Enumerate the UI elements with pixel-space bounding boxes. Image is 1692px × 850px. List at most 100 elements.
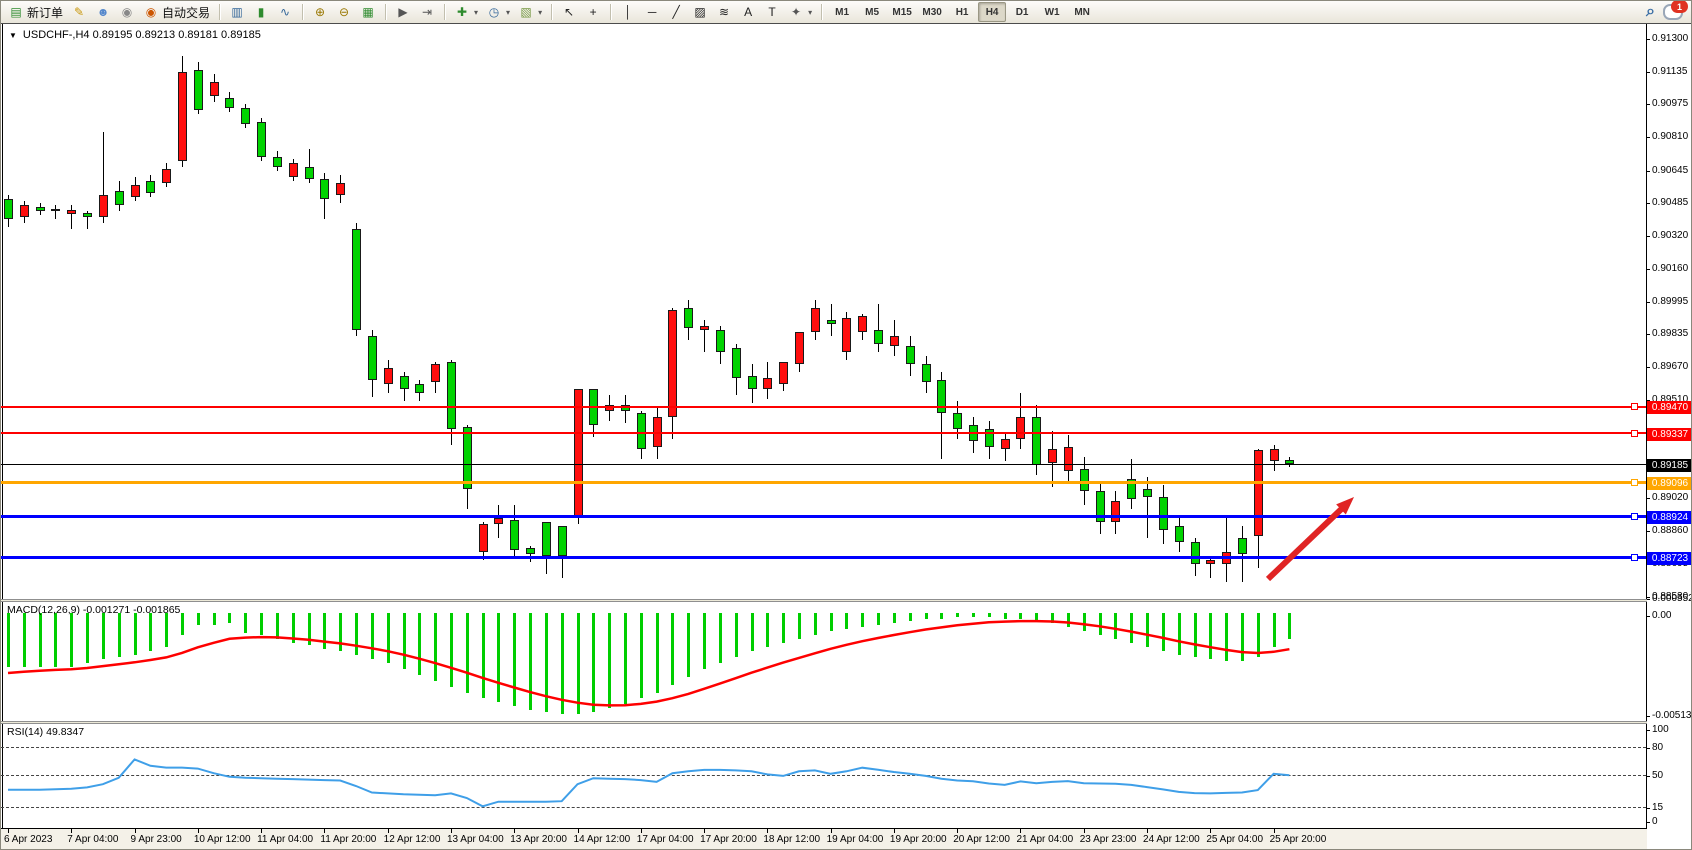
chart-shift-button[interactable]: ⇥: [415, 1, 439, 23]
cursor-button[interactable]: ↖: [557, 1, 581, 23]
indicators-button[interactable]: ✚▾: [450, 1, 482, 23]
line-anchor-marker[interactable]: [1631, 403, 1638, 410]
chevron-down-icon[interactable]: ▼: [9, 31, 17, 40]
auto-scroll-button[interactable]: ▶: [391, 1, 415, 23]
search-icon[interactable]: ⌕: [1646, 3, 1655, 21]
candle-body: [1032, 417, 1041, 465]
toolbar-separator: [444, 4, 445, 20]
toolbar-separator: [551, 4, 552, 20]
time-tick: [1147, 829, 1148, 833]
rsi-axis-label: 100: [1652, 724, 1669, 735]
macd-bar: [308, 613, 311, 645]
line-chart-button[interactable]: ∿: [273, 1, 297, 23]
symbol-info-line[interactable]: ▼ USDCHF-,H4 0.89195 0.89213 0.89181 0.8…: [9, 29, 261, 41]
macd-bar: [54, 613, 57, 667]
text-button[interactable]: A: [736, 1, 760, 23]
line-anchor-marker[interactable]: [1631, 430, 1638, 437]
timeframe-m1-button[interactable]: M1: [828, 2, 856, 22]
chat-icon[interactable]: 1: [1663, 4, 1683, 20]
horizontal-line[interactable]: [1, 464, 1646, 465]
macd-bar: [149, 613, 152, 651]
macd-bar: [403, 613, 406, 669]
price-tag: 0.89096: [1647, 477, 1692, 490]
zoom-out-button[interactable]: ⊖: [332, 1, 356, 23]
candle-body: [51, 209, 60, 211]
rsi-label: RSI(14) 49.8347: [7, 726, 84, 738]
chart-area[interactable]: ▼ USDCHF-,H4 0.89195 0.89213 0.89181 0.8…: [1, 23, 1692, 850]
templates-button[interactable]: ▧▾: [514, 1, 546, 23]
horizontal-line[interactable]: [1, 515, 1646, 518]
line-anchor-marker[interactable]: [1631, 554, 1638, 561]
macd-pane-separator[interactable]: [1, 599, 1647, 602]
styler-button[interactable]: ✎: [67, 1, 91, 23]
fibonacci-button[interactable]: ≋: [712, 1, 736, 23]
macd-bar: [640, 613, 643, 698]
horizontal-line-button[interactable]: ─: [640, 1, 664, 23]
candle-body: [795, 332, 804, 364]
auto-trading-button[interactable]: ◉自动交易: [139, 1, 214, 23]
timeframe-h4-button[interactable]: H4: [978, 2, 1006, 22]
crosshair-button[interactable]: +: [581, 1, 605, 23]
candle-body: [273, 157, 282, 167]
timeframe-m30-button[interactable]: M30: [918, 2, 946, 22]
macd-bar: [1051, 613, 1054, 623]
chevron-down-icon[interactable]: ▾: [538, 8, 542, 17]
zoom-in-button[interactable]: ⊕: [308, 1, 332, 23]
rsi-axis-label: 80: [1652, 742, 1663, 753]
chevron-down-icon[interactable]: ▾: [808, 8, 812, 17]
label-button[interactable]: T: [760, 1, 784, 23]
candle-body: [953, 413, 962, 429]
annotation-arrow-head[interactable]: [1336, 497, 1354, 514]
horizontal-line[interactable]: [1, 481, 1646, 484]
rsi-pane-separator[interactable]: [1, 721, 1647, 724]
chevron-down-icon[interactable]: ▾: [506, 8, 510, 17]
line-anchor-marker[interactable]: [1631, 479, 1638, 486]
macd-bar: [244, 613, 247, 633]
timeframe-mn-button[interactable]: MN: [1068, 2, 1096, 22]
candle-body: [684, 308, 693, 328]
trendline-button[interactable]: ╱: [664, 1, 688, 23]
time-tick: [261, 829, 262, 833]
candle-body: [558, 526, 567, 556]
arrows-button[interactable]: ✦▾: [784, 1, 816, 23]
macd-bar: [102, 613, 105, 659]
profile-button[interactable]: ☻: [91, 1, 115, 23]
bar-chart-button[interactable]: ▥: [225, 1, 249, 23]
timeframe-w1-button[interactable]: W1: [1038, 2, 1066, 22]
timeframe-h1-button[interactable]: H1: [948, 2, 976, 22]
channel-button[interactable]: ▨: [688, 1, 712, 23]
line-anchor-marker[interactable]: [1631, 513, 1638, 520]
timeframe-d1-button[interactable]: D1: [1008, 2, 1036, 22]
channel-icon: ▨: [692, 4, 708, 20]
macd-bar: [624, 613, 627, 704]
candle-body: [1111, 501, 1120, 521]
periods-button[interactable]: ◷▾: [482, 1, 514, 23]
time-tick: [1210, 829, 1211, 833]
new-order-button[interactable]: ▤新订单: [4, 1, 67, 23]
auto-scroll-icon: ▶: [395, 4, 411, 20]
chevron-down-icon[interactable]: ▾: [474, 8, 478, 17]
macd-bar: [513, 613, 516, 706]
tile-windows-button[interactable]: ▦: [356, 1, 380, 23]
candle-body: [384, 368, 393, 384]
macd-bar: [909, 613, 912, 621]
chart-top-border: [1, 23, 1692, 24]
candle-body: [257, 122, 266, 156]
candlestick-button[interactable]: ▮: [249, 1, 273, 23]
vertical-line-button[interactable]: │: [616, 1, 640, 23]
candle-body: [637, 413, 646, 449]
timeframe-m15-button[interactable]: M15: [888, 2, 916, 22]
horizontal-line[interactable]: [1, 432, 1646, 434]
time-tick: [198, 829, 199, 833]
macd-bar: [1225, 613, 1228, 661]
price-tick-label-tick: [1647, 104, 1650, 105]
horizontal-line[interactable]: [1, 406, 1646, 408]
horizontal-line[interactable]: [1, 556, 1646, 559]
rsi-level-80: [1, 747, 1646, 748]
signal-button[interactable]: ◉: [115, 1, 139, 23]
timeframe-m5-button[interactable]: M5: [858, 2, 886, 22]
price-axis[interactable]: 0.913000.911350.909750.908100.906450.904…: [1647, 24, 1692, 850]
time-axis[interactable]: 6 Apr 20237 Apr 04:009 Apr 23:0010 Apr 1…: [1, 829, 1647, 850]
time-tick: [1084, 829, 1085, 833]
toolbar-separator: [302, 4, 303, 20]
